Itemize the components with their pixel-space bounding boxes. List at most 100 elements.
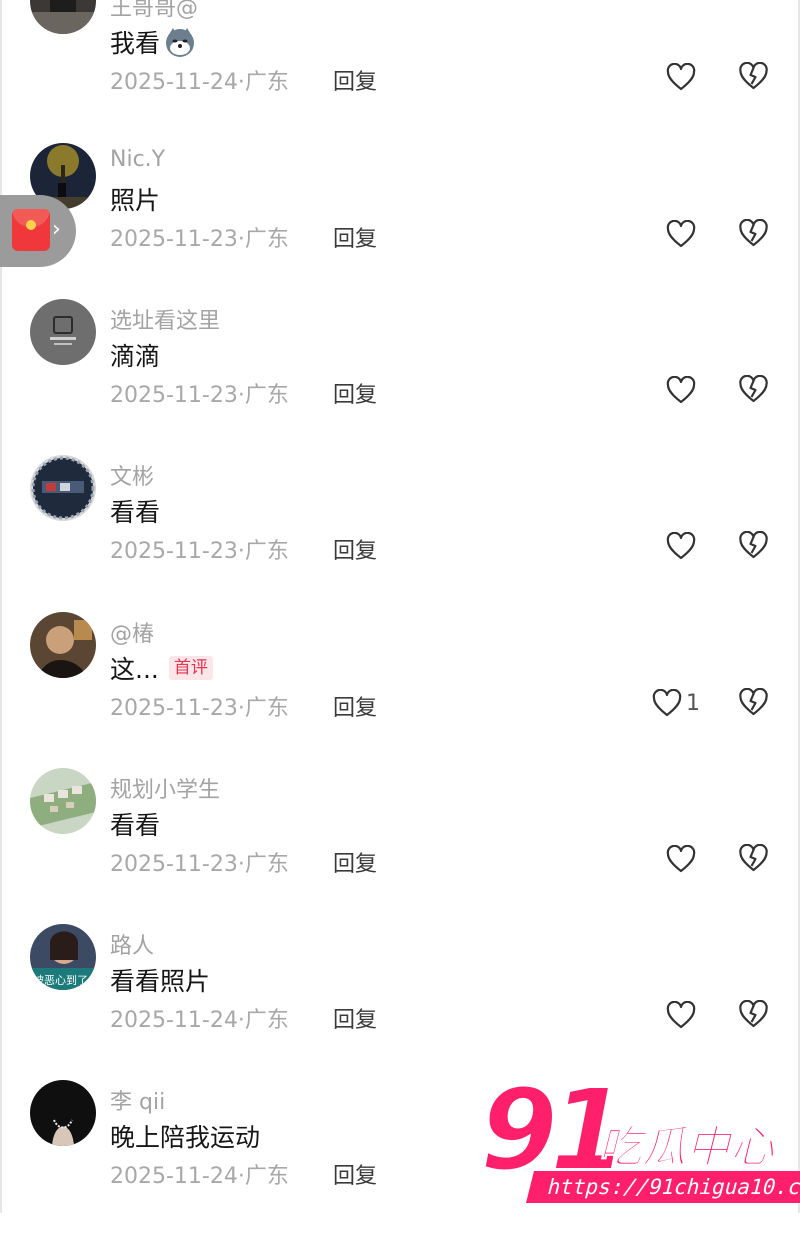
comment-date: 2025-11-23·广东 bbox=[110, 533, 289, 565]
dislike-button[interactable] bbox=[738, 843, 769, 874]
reply-button[interactable]: 回复 bbox=[333, 1158, 377, 1190]
avatar-caption: 被恶心到了 bbox=[33, 974, 88, 987]
username[interactable]: Nic.Y bbox=[110, 147, 165, 172]
date-text: 2025-11-24· bbox=[110, 70, 245, 95]
date-text: 2025-11-23· bbox=[110, 227, 245, 252]
region-text: 广东 bbox=[244, 852, 289, 877]
comment-text: 滴滴 bbox=[110, 337, 160, 373]
reply-button[interactable]: 回复 bbox=[333, 221, 377, 253]
comment-date: 2025-11-23·广东 bbox=[110, 690, 289, 722]
like-button[interactable] bbox=[666, 219, 696, 249]
reply-button[interactable]: 回复 bbox=[333, 846, 377, 878]
dislike-button[interactable] bbox=[738, 999, 769, 1030]
broken-heart-icon bbox=[739, 530, 768, 559]
heart-outline-icon bbox=[666, 845, 696, 873]
comment-text: 照片 bbox=[110, 181, 160, 217]
username[interactable]: 路人 bbox=[110, 928, 154, 960]
dislike-button[interactable] bbox=[738, 687, 769, 718]
avatar[interactable] bbox=[30, 0, 96, 34]
reply-button[interactable]: 回复 bbox=[333, 64, 377, 96]
broken-heart-icon bbox=[739, 999, 768, 1028]
heart-outline-icon bbox=[652, 689, 682, 717]
avatar[interactable]: 被恶心到了 bbox=[30, 924, 96, 990]
region-text: 广东 bbox=[244, 539, 289, 564]
comment-date: 2025-11-23·广东 bbox=[110, 221, 289, 253]
heart-outline-icon bbox=[666, 63, 696, 91]
username[interactable]: @椿 bbox=[110, 616, 154, 648]
comment-text: 我看 bbox=[110, 24, 196, 60]
date-text: 2025-11-23· bbox=[110, 852, 245, 877]
comment-text: 看看照片 bbox=[110, 962, 210, 998]
reply-button[interactable]: 回复 bbox=[333, 377, 377, 409]
comment-text-content: 照片 bbox=[110, 186, 161, 215]
like-count: 1 bbox=[686, 690, 700, 716]
date-text: 2025-11-24· bbox=[110, 1008, 245, 1033]
date-text: 2025-11-23· bbox=[110, 383, 245, 408]
first-comment-badge: 首评 bbox=[168, 656, 213, 680]
heart-outline-icon bbox=[666, 532, 696, 560]
dislike-button[interactable] bbox=[738, 374, 769, 405]
reply-button[interactable]: 回复 bbox=[333, 533, 377, 565]
like-button[interactable] bbox=[666, 62, 696, 92]
dislike-button[interactable] bbox=[738, 218, 769, 249]
reply-button[interactable]: 回复 bbox=[333, 690, 377, 722]
like-button[interactable] bbox=[666, 531, 696, 561]
dislike-button[interactable] bbox=[738, 530, 769, 561]
date-text: 2025-11-23· bbox=[110, 539, 245, 564]
comment-date: 2025-11-23·广东 bbox=[110, 846, 289, 878]
username[interactable]: 文彬 bbox=[110, 459, 154, 491]
watermark-url: https://91chigua10.com bbox=[526, 1171, 800, 1203]
comment-text-content: 我看 bbox=[110, 29, 161, 58]
like-button[interactable]: 1 bbox=[652, 688, 700, 718]
comment-item: 选址看这里 滴滴 2025-11-23·广东 回复 bbox=[0, 299, 800, 455]
red-packet-icon bbox=[12, 209, 50, 251]
username[interactable]: 选址看这里 bbox=[110, 303, 220, 335]
avatar[interactable] bbox=[30, 455, 96, 521]
comment-item: 规划小学生 看看 2025-11-23·广东 回复 bbox=[0, 768, 800, 924]
avatar[interactable] bbox=[30, 768, 96, 834]
comment-text-content: 这... bbox=[110, 655, 159, 684]
comment-text-content: 晚上陪我运动 bbox=[110, 1123, 261, 1152]
comment-text-content: 看看照片 bbox=[110, 967, 211, 996]
region-text: 广东 bbox=[244, 1008, 289, 1033]
comment-item: 文彬 看看 2025-11-23·广东 回复 bbox=[0, 455, 800, 611]
comment-date: 2025-11-24·广东 bbox=[110, 1002, 289, 1034]
avatar[interactable] bbox=[30, 1080, 96, 1146]
husky-face-emoji-icon bbox=[164, 26, 196, 58]
avatar[interactable] bbox=[30, 612, 96, 678]
chevron-right-icon: › bbox=[52, 217, 61, 242]
comment-text: 看看 bbox=[110, 806, 160, 842]
heart-outline-icon bbox=[666, 376, 696, 404]
reply-button[interactable]: 回复 bbox=[333, 1002, 377, 1034]
region-text: 广东 bbox=[244, 1164, 289, 1189]
red-packet-tab[interactable]: › bbox=[0, 195, 76, 267]
like-button[interactable] bbox=[666, 375, 696, 405]
comment-date: 2025-11-24·广东 bbox=[110, 1158, 289, 1190]
username[interactable]: 王哥哥@ bbox=[110, 0, 198, 22]
comment-text: 晚上陪我运动 bbox=[110, 1118, 260, 1154]
heart-outline-icon bbox=[666, 1001, 696, 1029]
username[interactable]: 李 qii bbox=[110, 1084, 165, 1116]
avatar[interactable] bbox=[30, 299, 96, 365]
comment-text-content: 滴滴 bbox=[110, 342, 161, 371]
dislike-button[interactable] bbox=[738, 61, 769, 92]
broken-heart-icon bbox=[739, 843, 768, 872]
broken-heart-icon bbox=[739, 61, 768, 90]
comment-text: 看看 bbox=[110, 493, 160, 529]
region-text: 广东 bbox=[244, 70, 289, 95]
broken-heart-icon bbox=[739, 218, 768, 247]
comment-item: 王哥哥@ 我看 2025-11-24·广东 回复 bbox=[0, 0, 800, 142]
comment-date: 2025-11-23·广东 bbox=[110, 377, 289, 409]
like-button[interactable] bbox=[666, 1000, 696, 1030]
broken-heart-icon bbox=[739, 374, 768, 403]
heart-outline-icon bbox=[666, 220, 696, 248]
username[interactable]: 规划小学生 bbox=[110, 772, 220, 804]
comment-text-content: 看看 bbox=[110, 498, 161, 527]
region-text: 广东 bbox=[244, 696, 289, 721]
comment-item: Nic.Y 照片 2025-11-23·广东 回复 bbox=[0, 143, 800, 299]
region-text: 广东 bbox=[244, 227, 289, 252]
date-text: 2025-11-23· bbox=[110, 696, 245, 721]
red-packet-seal bbox=[26, 220, 36, 230]
watermark-logo-name: 吃瓜中心 bbox=[598, 1122, 775, 1174]
like-button[interactable] bbox=[666, 844, 696, 874]
